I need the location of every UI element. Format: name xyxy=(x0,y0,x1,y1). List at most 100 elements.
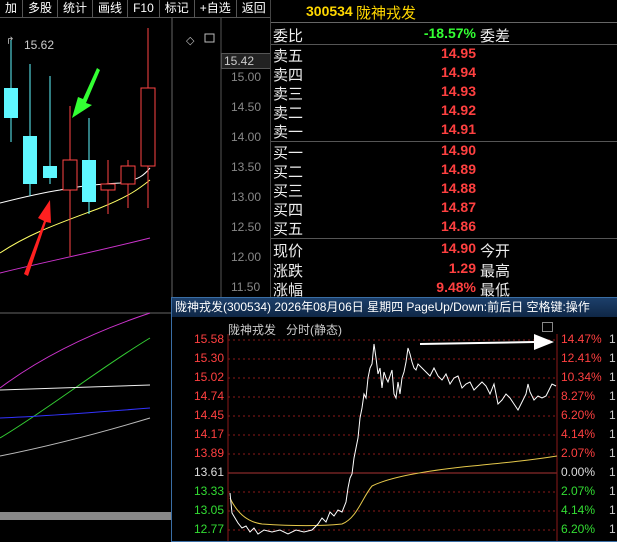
menu-item-back[interactable]: 返回 xyxy=(236,0,272,18)
percent-axis-label: 6.20% xyxy=(561,408,596,422)
menu-item-f10[interactable]: F10 xyxy=(128,0,160,18)
annotation-arrow-line xyxy=(419,341,535,345)
stock-name: 陇神戎发 xyxy=(356,5,417,22)
ask-label: 卖一 xyxy=(273,124,304,141)
stat-value: 9.48% xyxy=(436,279,476,295)
ask-row[interactable]: 卖四 14.94 xyxy=(271,64,617,84)
ruler-icon: ↱ xyxy=(6,36,14,47)
price-axis-label: 15.30 xyxy=(194,351,225,365)
ask-label: 卖五 xyxy=(273,48,304,65)
stat-extra-label: 今开 xyxy=(480,243,511,260)
price-axis-label: 14.45 xyxy=(194,408,225,422)
price-axis-label: 13.89 xyxy=(194,446,225,460)
candle-body xyxy=(82,160,96,202)
ask-label: 卖四 xyxy=(273,67,304,84)
percent-axis-label: 2.07% xyxy=(561,446,596,460)
ask-row[interactable]: 卖五 14.95 xyxy=(271,45,617,65)
popup-chart-mode: 分时(静态) xyxy=(286,323,342,337)
candle-body xyxy=(140,87,156,167)
stock-code: 300534 xyxy=(306,3,353,19)
edge-axis-label: 1 xyxy=(609,503,616,517)
intraday-price-line xyxy=(229,343,557,535)
edge-axis-label: 1 xyxy=(609,351,616,365)
bid-price: 14.90 xyxy=(440,142,476,158)
candle-body xyxy=(23,136,37,184)
average-price-line xyxy=(229,455,558,526)
percent-axis-label: 4.14% xyxy=(561,427,596,441)
y-axis-label: 13.50 xyxy=(231,160,262,174)
intraday-popup[interactable]: 陇神戎发(300534) 2026年08月06日 星期四 PageUp/Down… xyxy=(171,297,617,542)
kline-high-label: 15.62 xyxy=(24,38,55,52)
maximize-icon[interactable] xyxy=(542,322,553,332)
y-axis-label: 13.00 xyxy=(231,190,262,204)
ask-row[interactable]: 卖一 14.91 xyxy=(271,121,617,141)
stat-label: 现价 xyxy=(273,243,304,260)
stat-row: 涨幅 9.48% 最低 xyxy=(271,279,617,299)
indicator-blue-line xyxy=(0,407,151,419)
bid-price: 14.88 xyxy=(440,180,476,196)
candle-body xyxy=(62,159,78,191)
current-price-tag: 15.42 xyxy=(221,53,273,69)
edge-axis-label: 1 xyxy=(609,522,616,536)
bid-row[interactable]: 买三 14.88 xyxy=(271,180,617,200)
menu-item-mark[interactable]: 标记 xyxy=(159,0,195,18)
y-axis-label: 12.50 xyxy=(231,220,262,234)
ask-price: 14.91 xyxy=(440,121,476,137)
percent-axis-label: 14.47% xyxy=(561,332,602,346)
edge-axis-label: 1 xyxy=(609,446,616,460)
bid-row[interactable]: 买二 14.89 xyxy=(271,161,617,181)
percent-axis-label: 6.20% xyxy=(561,522,596,536)
y-axis-label: 11.50 xyxy=(231,280,261,294)
price-axis-label: 12.77 xyxy=(194,522,225,536)
stat-label: 涨跌 xyxy=(273,263,304,280)
percent-axis-label: 2.07% xyxy=(561,484,596,498)
order-ratio-row: 委比 -18.57% 委差 xyxy=(271,25,617,45)
popup-stock-name: 陇神戎发 xyxy=(228,323,277,337)
bid-price: 14.86 xyxy=(440,218,476,234)
indicator-purple-line xyxy=(0,312,151,389)
price-axis-label: 15.02 xyxy=(194,370,225,384)
candle-body xyxy=(120,165,136,185)
y-axis-label: 12.00 xyxy=(231,250,262,264)
stat-row: 涨跌 1.29 最高 xyxy=(271,260,617,280)
ma-purple-line xyxy=(0,237,151,274)
edge-axis-label: 1 xyxy=(609,332,616,346)
menu-item-draw-line[interactable]: 画线 xyxy=(93,0,129,18)
menu-item-add-favorite[interactable]: +自选 xyxy=(194,0,237,18)
bid-label: 买一 xyxy=(273,145,304,162)
percent-axis-label: 0.00% xyxy=(561,465,596,479)
menu-item-add[interactable]: 加 xyxy=(0,0,24,18)
bid-row[interactable]: 买四 14.87 xyxy=(271,199,617,219)
bid-row[interactable]: 买一 14.90 xyxy=(271,142,617,162)
ask-label: 卖三 xyxy=(273,86,304,103)
candle-body xyxy=(4,88,18,118)
ask-price: 14.95 xyxy=(440,45,476,61)
menu-item-stats[interactable]: 统计 xyxy=(58,0,94,18)
edge-axis-label: 1 xyxy=(609,370,616,384)
price-axis-label: 13.61 xyxy=(194,465,225,479)
percent-axis-label: 4.14% xyxy=(561,503,596,517)
stat-row: 现价 14.90 今开 xyxy=(271,240,617,260)
price-axis-label: 13.33 xyxy=(194,484,225,498)
y-axis-label: 15.00 xyxy=(231,70,262,84)
window-icon xyxy=(204,33,215,43)
price-axis-label: 15.58 xyxy=(194,332,225,346)
bid-label: 买二 xyxy=(273,164,304,181)
green-arrow xyxy=(72,68,100,118)
candle-body xyxy=(43,166,57,178)
bid-row[interactable]: 买五 14.86 xyxy=(271,218,617,238)
order-ratio-label: 委比 xyxy=(273,28,304,45)
ask-label: 卖二 xyxy=(273,105,304,122)
edge-axis-label: 1 xyxy=(609,465,616,479)
bid-price: 14.87 xyxy=(440,199,476,215)
percent-axis-label: 10.34% xyxy=(561,370,602,384)
annotation-arrow-head xyxy=(534,334,554,350)
divider xyxy=(271,238,617,239)
ask-row[interactable]: 卖三 14.93 xyxy=(271,83,617,103)
edge-axis-label: 1 xyxy=(609,427,616,441)
bid-label: 买三 xyxy=(273,183,304,200)
order-ratio-value: -18.57% xyxy=(423,25,476,41)
ask-row[interactable]: 卖二 14.92 xyxy=(271,102,617,122)
y-axis-label: 14.00 xyxy=(231,130,262,144)
menu-item-multi-stock[interactable]: 多股 xyxy=(23,0,59,18)
